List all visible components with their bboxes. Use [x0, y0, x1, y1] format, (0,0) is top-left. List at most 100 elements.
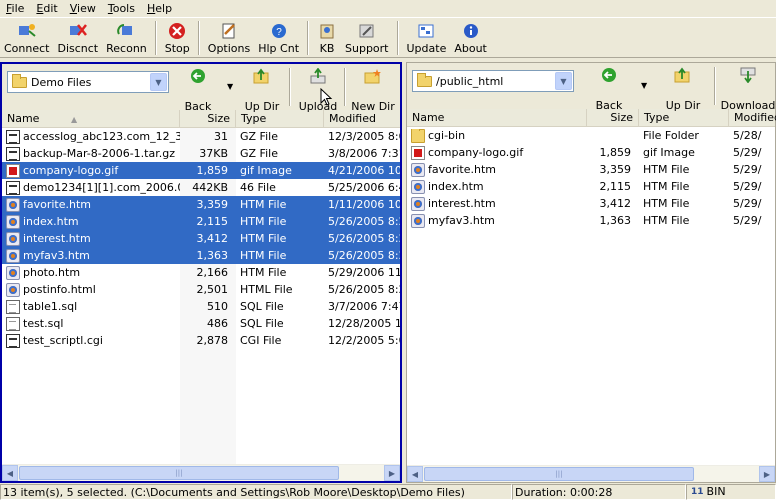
- transfer-mode[interactable]: 11 BIN: [686, 484, 776, 500]
- file-row[interactable]: index.htm 2,115 HTM File 5/29/: [407, 178, 775, 195]
- file-size: 31: [214, 130, 228, 143]
- htm-file-icon: [6, 265, 20, 280]
- menu-edit[interactable]: Edit: [30, 0, 63, 17]
- local-pane-toolbar: Demo Files ▼ Back ▼ Up Dir Upload New Di…: [2, 64, 400, 113]
- scroll-left-icon[interactable]: ◀: [2, 465, 18, 481]
- file-name: accesslog_abc123.com_12_3...: [23, 130, 180, 143]
- file-row[interactable]: backup-Mar-8-2006-1.tar.gz 37KB GZ File 3/8…: [2, 145, 400, 162]
- file-modified: 1/11/2006 10:: [328, 198, 400, 211]
- file-row[interactable]: interest.htm 3,412 HTM File 5/29/: [407, 195, 775, 212]
- file-type: HTM File: [240, 249, 287, 262]
- about-button[interactable]: About: [450, 18, 491, 58]
- menu-tools[interactable]: Tools: [102, 0, 141, 17]
- stop-button[interactable]: Stop: [161, 18, 194, 58]
- file-row[interactable]: interest.htm 3,412 HTM File 5/26/2005 8:2: [2, 230, 400, 247]
- file-row[interactable]: photo.htm 2,166 HTM File 5/29/2006 11:: [2, 264, 400, 281]
- column-header-name[interactable]: Name ▲: [2, 110, 180, 128]
- file-name-cell: myfav3.htm: [2, 248, 180, 263]
- file-type: GZ File: [240, 147, 278, 160]
- doc-file-icon: [6, 316, 20, 331]
- back-history-dropdown-icon[interactable]: ▼: [641, 81, 647, 90]
- menu-bar: File Edit View Tools Help: [0, 0, 776, 17]
- file-row[interactable]: index.htm 2,115 HTM File 5/26/2005 8:2: [2, 213, 400, 230]
- file-modified: 5/26/2005 8:2: [328, 249, 400, 262]
- file-size: 3,359: [599, 163, 632, 176]
- scroll-right-icon[interactable]: ▶: [384, 465, 400, 481]
- local-folder-dropdown[interactable]: Demo Files ▼: [7, 71, 169, 93]
- remote-updir-label: Up Dir: [665, 99, 701, 112]
- file-row[interactable]: demo1234[1][1].com_2006.0... 442KB 46 File…: [2, 179, 400, 196]
- file-row[interactable]: table1.sql 510 SQL File 3/7/2006 7:47: [2, 298, 400, 315]
- menu-help[interactable]: Help: [141, 0, 178, 17]
- scroll-thumb[interactable]: |||: [19, 466, 339, 480]
- knowledge-base-button[interactable]: KB: [313, 18, 341, 58]
- menu-file[interactable]: File: [0, 0, 30, 17]
- zip-file-icon: [6, 180, 20, 195]
- menu-view[interactable]: View: [64, 0, 102, 17]
- column-header-name[interactable]: Name: [407, 109, 587, 127]
- mouse-pointer-icon: [320, 88, 333, 106]
- file-name-cell: photo.htm: [2, 265, 180, 280]
- file-size: 3,412: [599, 197, 632, 210]
- file-type: HTM File: [643, 197, 690, 210]
- file-name-cell: backup-Mar-8-2006-1.tar.gz: [2, 146, 180, 161]
- file-row[interactable]: test_scriptl.cgi 2,878 CGI File 12/2/2005 5…: [2, 332, 400, 349]
- about-label: About: [454, 42, 487, 55]
- remote-pane-toolbar: /public_html ▼ Back ▼ Up Dir Download: [407, 63, 775, 112]
- file-row[interactable]: test.sql 486 SQL File 12/28/2005 11: [2, 315, 400, 332]
- update-label: Update: [406, 42, 447, 55]
- file-name-cell: accesslog_abc123.com_12_3...: [2, 129, 180, 144]
- file-modified: 5/29/2006 11:: [328, 266, 400, 279]
- new-folder-icon: [364, 66, 382, 86]
- file-modified: 5/29/: [733, 197, 762, 210]
- update-button[interactable]: Update: [403, 18, 451, 58]
- remote-folder-dropdown[interactable]: /public_html ▼: [412, 70, 574, 92]
- remote-updir-button[interactable]: Up Dir: [657, 65, 709, 112]
- gif-file-icon: [6, 163, 20, 178]
- file-row[interactable]: favorite.htm 3,359 HTM File 1/11/2006 10:: [2, 196, 400, 213]
- remote-horizontal-scrollbar[interactable]: ◀ ||| ▶: [407, 465, 775, 482]
- upload-button[interactable]: Upload: [292, 66, 344, 113]
- disconnect-button[interactable]: Discnct: [53, 18, 102, 58]
- scroll-left-icon[interactable]: ◀: [407, 466, 423, 482]
- options-button[interactable]: Options: [204, 18, 254, 58]
- pane-toolbar-separator: [289, 68, 291, 106]
- file-name-cell: table1.sql: [2, 299, 180, 314]
- chevron-down-icon[interactable]: ▼: [150, 73, 167, 91]
- transfer-mode-label: BIN: [706, 485, 726, 498]
- file-name-cell: myfav3.htm: [407, 213, 587, 228]
- file-row[interactable]: favorite.htm 3,359 HTM File 5/29/: [407, 161, 775, 178]
- file-modified: 12/3/2005 8:0: [328, 130, 400, 143]
- help-center-button[interactable]: ? Hlp Cnt: [254, 18, 303, 58]
- connect-button[interactable]: Connect: [0, 18, 53, 58]
- scroll-right-icon[interactable]: ▶: [759, 466, 775, 482]
- transfer-duration: Duration: 0:00:28: [512, 484, 686, 500]
- file-row[interactable]: accesslog_abc123.com_12_3... 31 GZ File 12/…: [2, 128, 400, 145]
- file-type: gif Image: [240, 164, 292, 177]
- file-row[interactable]: myfav3.htm 1,363 HTM File 5/29/: [407, 212, 775, 229]
- chevron-down-icon[interactable]: ▼: [555, 72, 572, 90]
- main-toolbar: Connect Discnct Reconn Stop Options ? Hl…: [0, 17, 776, 58]
- file-size: 1,859: [196, 164, 229, 177]
- back-history-dropdown-icon[interactable]: ▼: [227, 82, 233, 91]
- support-button[interactable]: Support: [341, 18, 392, 58]
- file-row[interactable]: postinfo.html 2,501 HTML File 5/26/2005 8:2: [2, 281, 400, 298]
- local-updir-button[interactable]: Up Dir: [236, 66, 288, 113]
- download-icon: [739, 65, 757, 85]
- file-row[interactable]: company-logo.gif 1,859 gif Image 4/21/2006 …: [2, 162, 400, 179]
- file-type: HTM File: [643, 180, 690, 193]
- local-back-button[interactable]: Back: [172, 66, 224, 113]
- remote-back-button[interactable]: Back: [583, 65, 635, 112]
- new-dir-button[interactable]: New Dir: [347, 66, 399, 113]
- download-button[interactable]: Download: [721, 65, 775, 112]
- local-horizontal-scrollbar[interactable]: ◀ ||| ▶: [2, 464, 400, 481]
- file-size: 1,859: [599, 146, 632, 159]
- scroll-thumb[interactable]: |||: [424, 467, 694, 481]
- file-row[interactable]: myfav3.htm 1,363 HTM File 5/26/2005 8:2: [2, 247, 400, 264]
- file-row[interactable]: company-logo.gif 1,859 gif Image 5/29/: [407, 144, 775, 161]
- file-size: 1,363: [196, 249, 229, 262]
- folder-up-icon: [674, 65, 692, 85]
- file-row[interactable]: cgi-bin File Folder 5/28/: [407, 127, 775, 144]
- file-name: test.sql: [23, 317, 64, 330]
- reconnect-button[interactable]: Reconn: [102, 18, 151, 58]
